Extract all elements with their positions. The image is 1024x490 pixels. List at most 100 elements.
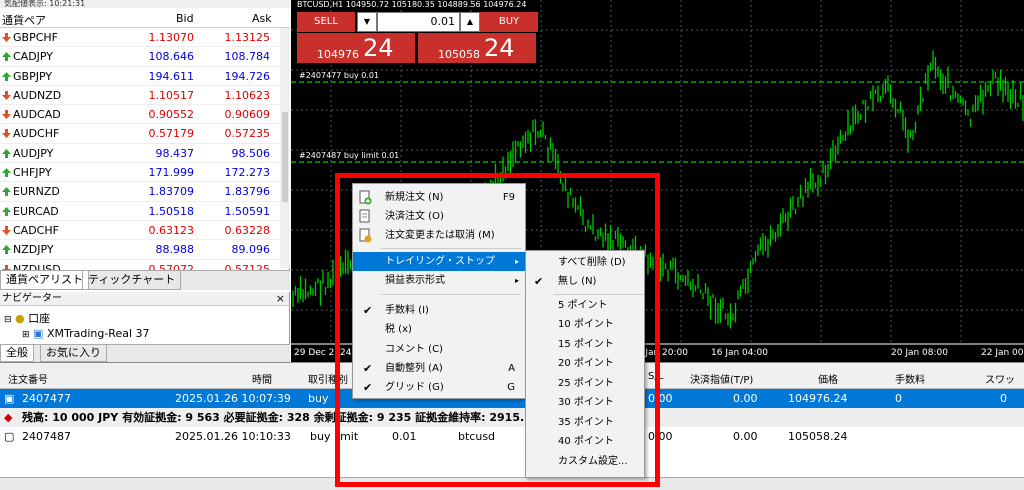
ask-price: 1.83796: [224, 185, 271, 199]
order-tp: 0.00: [733, 430, 758, 443]
bid-price: 0.63123: [148, 223, 195, 237]
market-watch-title: 気配値表示: 10:21:31: [0, 0, 290, 8]
bid-price: 1.10517: [148, 88, 195, 102]
bid-price: 1.50518: [148, 204, 195, 218]
ask-price: 1.50591: [224, 204, 271, 218]
sell-price[interactable]: 104976 24: [297, 33, 415, 63]
column-header[interactable]: 価格: [818, 371, 838, 386]
list-item[interactable]: EURNZD 1.83709 1.83796: [0, 182, 280, 202]
symbol: EURCAD: [13, 204, 59, 218]
buy-price[interactable]: 105058 24: [418, 33, 536, 63]
bid-price: 194.611: [148, 69, 195, 83]
symbol: NZDJPY: [13, 243, 54, 257]
market-watch-scrollbar[interactable]: [280, 28, 290, 268]
sell-price-pips: 24: [363, 34, 394, 62]
market-watch-panel: 気配値表示: 10:21:31 通貨ペア Bid Ask GBPCHF 1.130…: [0, 0, 290, 290]
market-watch-header: 通貨ペア Bid Ask: [0, 8, 290, 28]
scroll-thumb[interactable]: [282, 112, 288, 202]
price-down-icon: [2, 90, 11, 100]
symbol: GBPJPY: [13, 69, 53, 83]
order-commission: 0: [895, 392, 902, 405]
order-time: 2025.01.26 10:07:39: [175, 392, 291, 405]
time-tick-label: 20 Jan 08:00: [891, 348, 948, 358]
ask-price: 1.10623: [224, 88, 271, 102]
list-item[interactable]: AUDJPY 98.437 98.506: [0, 144, 280, 164]
expand-icon[interactable]: ⊟: [4, 315, 12, 325]
list-item[interactable]: CADJPY 108.646 108.784: [0, 47, 280, 67]
ask-price: 1.13125: [224, 31, 271, 44]
buy-button[interactable]: BUY: [480, 12, 538, 32]
order-price: 105058.24: [788, 430, 848, 443]
tab-symbol-list[interactable]: 通貨ペアリスト: [0, 271, 89, 290]
price-down-icon: [2, 33, 11, 42]
list-item[interactable]: GBPJPY 194.611 194.726: [0, 67, 280, 86]
order-line-label-1: #2407477 buy 0.01: [299, 71, 380, 80]
nav-accounts[interactable]: ⊟ ● 口座: [4, 310, 50, 326]
price-up-icon: [2, 187, 11, 197]
navigator-tabs: 全般 お気に入り: [0, 344, 290, 362]
list-item[interactable]: AUDCAD 0.90552 0.90609: [0, 105, 280, 125]
list-item[interactable]: NZDJPY 88.988 89.096: [0, 240, 280, 260]
symbol: AUDCAD: [13, 108, 61, 122]
price-up-icon: [2, 71, 11, 81]
symbol: CADJPY: [13, 50, 54, 64]
row-icon: ▢: [4, 430, 15, 443]
column-header[interactable]: 決済指値(T/P): [690, 371, 753, 386]
sell-button[interactable]: SELL: [297, 12, 355, 32]
close-icon[interactable]: ×: [276, 292, 285, 305]
row-icon: ▣: [4, 392, 15, 405]
symbol: GBPCHF: [13, 31, 58, 44]
one-click-trading-panel: SELL ▼ 0.01 ▲ BUY 104976 24 105058 24: [297, 12, 538, 63]
nav-account-item[interactable]: ⊞ ▣ XMTrading-Real 37: [22, 327, 150, 340]
order-id: 2407477: [22, 392, 71, 405]
col-symbol[interactable]: 通貨ペア: [2, 12, 46, 28]
list-item[interactable]: CADCHF 0.63123 0.63228: [0, 221, 280, 241]
price-down-icon: [2, 225, 11, 235]
symbol: AUDNZD: [13, 88, 62, 102]
market-watch-rows: GBPCHF 1.13070 1.13125 CADJPY 108.646 108.784…: [0, 28, 280, 279]
tab-general[interactable]: 全般: [0, 345, 34, 362]
bid-price: 98.437: [155, 146, 195, 160]
bid-price: 171.999: [148, 166, 195, 180]
list-item[interactable]: GBPCHF 1.13070 1.13125: [0, 28, 280, 48]
expand-icon[interactable]: ⊞: [22, 330, 30, 340]
nav-account-label: XMTrading-Real 37: [46, 327, 150, 340]
bid-price: 108.646: [148, 50, 195, 64]
column-header[interactable]: 注文番号: [8, 371, 48, 386]
lot-input[interactable]: 0.01: [377, 12, 460, 32]
ask-price: 172.273: [224, 166, 271, 180]
ask-price: 194.726: [224, 69, 271, 83]
list-item[interactable]: EURCAD 1.50518 1.50591: [0, 202, 280, 221]
ask-price: 0.90609: [224, 108, 271, 122]
buy-price-pips: 24: [484, 34, 515, 62]
highlight-frame: [335, 173, 660, 487]
symbol: EURNZD: [13, 185, 60, 199]
ask-price: 89.096: [231, 243, 271, 257]
order-swap: 0: [1000, 392, 1007, 405]
tab-tick-chart[interactable]: ティックチャート: [82, 271, 182, 290]
order-tp: 0.00: [733, 392, 758, 405]
order-time: 2025.01.26 10:10:33: [175, 430, 291, 443]
list-item[interactable]: AUDCHF 0.57179 0.57235: [0, 124, 280, 144]
price-down-icon: [2, 110, 11, 120]
col-bid[interactable]: Bid: [176, 12, 194, 25]
navigator-panel: ナビゲーター × ⊟ ● 口座 ⊞ ▣ XMTrading-Real 37 全般…: [0, 292, 290, 362]
col-ask[interactable]: Ask: [252, 12, 272, 25]
mt4-window: 気配値表示: 10:21:31 通貨ペア Bid Ask GBPCHF 1.130…: [0, 0, 1024, 490]
list-item[interactable]: AUDNZD 1.10517 1.10623: [0, 86, 280, 106]
lot-up-icon[interactable]: ▲: [460, 12, 480, 32]
symbol: CHFJPY: [13, 166, 52, 180]
price-up-icon: [2, 148, 11, 158]
column-header[interactable]: 時間: [252, 371, 272, 386]
account-icon: ▣: [33, 327, 44, 340]
chart-header: BTCUSD,H1 104950.72 105180.35 104889.56 …: [297, 0, 527, 9]
ask-price: 108.784: [224, 50, 271, 64]
tab-favorites[interactable]: お気に入り: [40, 345, 107, 362]
symbol: AUDJPY: [13, 146, 54, 160]
bid-price: 0.57179: [148, 127, 195, 141]
lot-down-icon[interactable]: ▼: [357, 12, 377, 32]
list-item[interactable]: CHFJPY 171.999 172.273: [0, 163, 280, 183]
price-up-icon: [2, 206, 11, 216]
column-header[interactable]: 手数料: [895, 371, 925, 386]
time-tick-label: 16 Jan 04:00: [711, 348, 768, 358]
